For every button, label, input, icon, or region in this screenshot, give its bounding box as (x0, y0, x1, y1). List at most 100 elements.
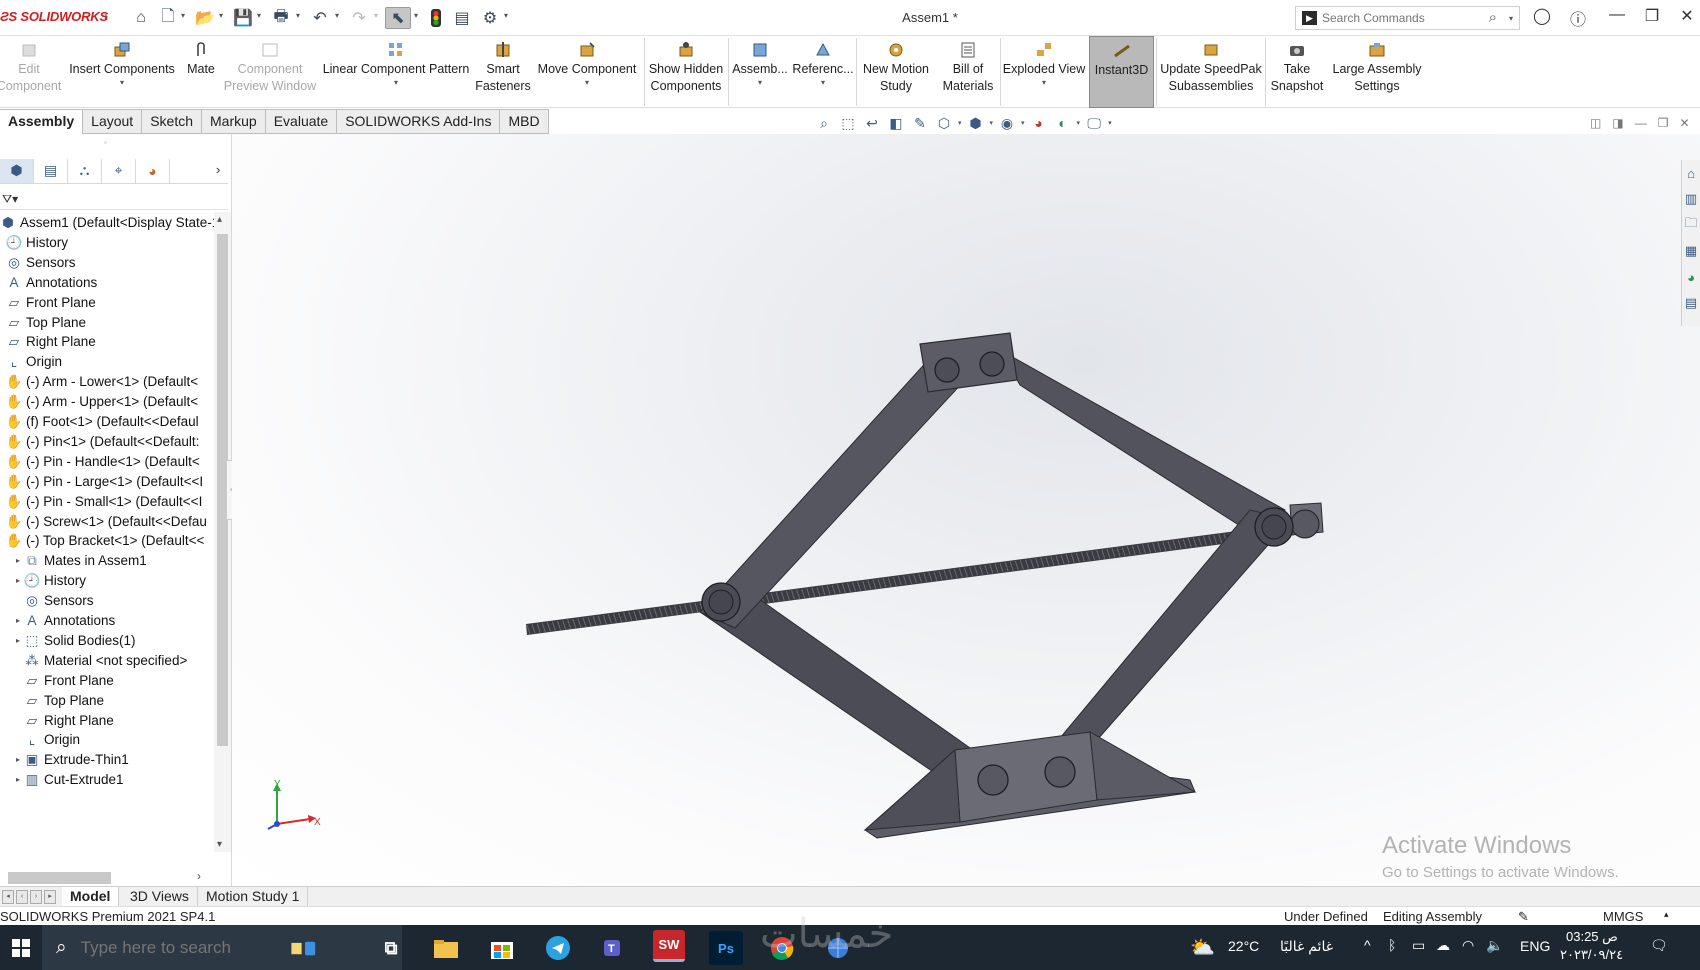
tab-3d-views[interactable]: 3D Views (122, 887, 198, 907)
language-indicator[interactable]: ENG (1520, 938, 1550, 954)
print-icon[interactable]: 🖶 (269, 7, 293, 29)
tree-item[interactable]: ▸ ⬚ Solid Bodies(1) (12, 630, 136, 651)
meet-now-icon[interactable]: ▭ (1412, 937, 1425, 954)
viewport-minimize-icon[interactable]: — (1635, 116, 1647, 130)
undo-dropdown-icon[interactable]: ▾ (335, 11, 339, 20)
bluetooth-icon[interactable]: ᛒ (1388, 937, 1396, 953)
tree-item[interactable]: ▱ Top Plane (6, 312, 86, 333)
unit-system-selector[interactable]: MMGS (1603, 909, 1643, 924)
expand-chevron-icon[interactable]: ▸ (12, 550, 24, 571)
expand-chevron-icon[interactable]: ▸ (12, 610, 24, 631)
notifications-icon[interactable]: 🗨 (1650, 937, 1668, 954)
viewport-restore-icon[interactable]: ❐ (1658, 116, 1669, 130)
solidworks-resources-icon[interactable]: ⌂ (1682, 160, 1700, 186)
zoom-to-area-icon[interactable]: ⬚ (836, 113, 860, 133)
scroll-thumb[interactable] (8, 872, 111, 884)
telegram-icon[interactable] (541, 931, 575, 965)
display-manager-tab-icon[interactable]: ◕ (136, 158, 170, 183)
appearances-icon[interactable]: ◕ (1682, 264, 1700, 290)
show-hidden-components-button[interactable]: Show Hidden Components (646, 36, 726, 108)
tree-item[interactable]: ▸ ⧉ Mates in Assem1 (12, 550, 147, 571)
tab-motion-study-1[interactable]: Motion Study 1 (198, 887, 309, 907)
task-view-icon[interactable]: ⧉ (374, 931, 408, 965)
select-dropdown-icon[interactable]: ▾ (414, 11, 418, 20)
tree-item[interactable]: ⁂ Material <not specified> (12, 650, 187, 671)
insert-components-dropdown-icon[interactable]: ▾ (120, 78, 124, 88)
taskbar-search-box[interactable]: ⌕ (42, 925, 402, 970)
open-dropdown-icon[interactable]: ▾ (219, 11, 223, 20)
view-orientation-dropdown-icon[interactable]: ▾ (958, 119, 962, 127)
move-component-button[interactable]: Move Component ▾ (534, 36, 640, 108)
tree-item[interactable]: ▸ ▣ Extrude-Thin1 (12, 749, 129, 770)
taskbar-search-input[interactable] (80, 937, 301, 958)
tree-root-assembly[interactable]: ⬢ Assem1 (Default<Display State-1 (0, 212, 214, 233)
hide-show-items-icon[interactable]: ◉ (995, 113, 1019, 133)
linear-pattern-dropdown-icon[interactable]: ▾ (394, 78, 398, 88)
tree-item[interactable]: ▱ Top Plane (12, 690, 104, 711)
exploded-view-dropdown-icon[interactable]: ▾ (1042, 78, 1046, 88)
tree-item[interactable]: ✋ (-) Pin<1> (Default<<Default: (6, 431, 200, 452)
tree-horizontal-scrollbar[interactable]: › (0, 868, 214, 885)
search-dropdown-icon[interactable]: ▾ (1509, 14, 1513, 23)
expand-chevron-icon[interactable]: ▸ (12, 749, 24, 770)
tree-item[interactable]: ✋ (-) Screw<1> (Default<<Defau (6, 511, 207, 532)
select-arrow-icon[interactable]: ⬉ (385, 7, 411, 29)
feature-tree-tab-icon[interactable]: ⬢ (0, 158, 34, 183)
windows-start-icon[interactable] (0, 925, 42, 970)
reference-geometry-dropdown-icon[interactable]: ▾ (821, 78, 825, 88)
tree-item[interactable]: ◎ Sensors (6, 252, 75, 273)
user-account-icon[interactable]: ◯ (1530, 6, 1554, 26)
tab-markup[interactable]: Markup (202, 109, 266, 134)
tree-item[interactable]: ✋ (-) Pin - Large<1> (Default<<I (6, 471, 204, 492)
dimxpert-tab-icon[interactable]: ⌖ (102, 158, 136, 183)
view-settings-icon[interactable]: 🖵 (1082, 113, 1106, 133)
large-assembly-settings-button[interactable]: Large Assembly Settings (1330, 36, 1424, 108)
onedrive-icon[interactable]: ☁ (1436, 937, 1450, 954)
scroll-down-icon[interactable]: ▾ (217, 839, 222, 850)
take-snapshot-button[interactable]: Take Snapshot (1266, 36, 1328, 108)
scroll-up-icon[interactable]: ▴ (217, 214, 222, 225)
show-hidden-icons-chevron-icon[interactable]: ^ (1364, 937, 1371, 953)
expand-chevron-icon[interactable]: ▸ (12, 570, 24, 591)
tree-item[interactable]: ✋ (-) Arm - Lower<1> (Default< (6, 371, 199, 392)
view-palette-icon[interactable]: ▦ (1682, 238, 1700, 264)
file-properties-icon[interactable]: ▤ (451, 7, 473, 29)
tree-item[interactable]: ◎ Sensors (12, 590, 93, 611)
new-dropdown-icon[interactable]: ▾ (181, 11, 185, 20)
tree-item[interactable]: ▱ Front Plane (12, 670, 114, 691)
prev-tab-icon[interactable]: ‹ (16, 890, 28, 904)
scroll-right-icon[interactable]: › (197, 869, 201, 883)
file-explorer-icon[interactable] (429, 931, 463, 965)
home-icon[interactable]: ⌂ (130, 7, 152, 29)
tab-assembly[interactable]: Assembly (0, 109, 84, 134)
redo-dropdown-icon[interactable]: ▾ (374, 11, 378, 20)
tree-item[interactable]: ⌞ Origin (12, 729, 80, 750)
view-orientation-icon[interactable]: ⬡ (932, 113, 956, 133)
scissor-jack-model[interactable] (232, 134, 1700, 886)
save-dropdown-icon[interactable]: ▾ (257, 11, 261, 20)
property-manager-tab-icon[interactable]: ▤ (34, 158, 68, 183)
weather-cloud-icon[interactable]: ⛅ (1190, 935, 1215, 960)
tab-evaluate[interactable]: Evaluate (265, 109, 338, 134)
clock-date[interactable]: ٢٠٢٣/٠٩/٢٤ (1560, 947, 1623, 963)
search-commands-box[interactable]: ▶ ⌕ ▾ (1295, 6, 1520, 30)
tab-sketch[interactable]: Sketch (142, 109, 203, 134)
display-style-dropdown-icon[interactable]: ▾ (990, 119, 994, 127)
tab-layout[interactable]: Layout (83, 109, 143, 134)
photos-icon[interactable] (288, 931, 322, 965)
tree-item[interactable]: ▱ Right Plane (12, 710, 114, 731)
wifi-icon[interactable]: ◠ (1462, 937, 1474, 954)
tabs-more-chevron-icon[interactable]: › (216, 162, 220, 177)
tab-model[interactable]: Model (62, 887, 120, 907)
rebuild-status-icon[interactable]: ✎ (1518, 909, 1529, 925)
tree-item[interactable]: ✋ (-) Pin - Small<1> (Default<<I (6, 491, 203, 512)
undo-icon[interactable]: ↶ (308, 7, 332, 29)
options-gear-icon[interactable]: ⚙ (479, 7, 501, 29)
last-tab-icon[interactable]: ▸ (44, 890, 56, 904)
panel-grip-icon[interactable]: ◦ (104, 138, 107, 147)
reference-geometry-button[interactable]: Referenc... ▾ (792, 36, 854, 108)
tree-item[interactable]: ▱ Right Plane (6, 331, 96, 352)
tree-item[interactable]: 🕘 History (6, 232, 68, 253)
ms-store-icon[interactable] (485, 931, 519, 965)
assembly-features-dropdown-icon[interactable]: ▾ (758, 78, 762, 88)
